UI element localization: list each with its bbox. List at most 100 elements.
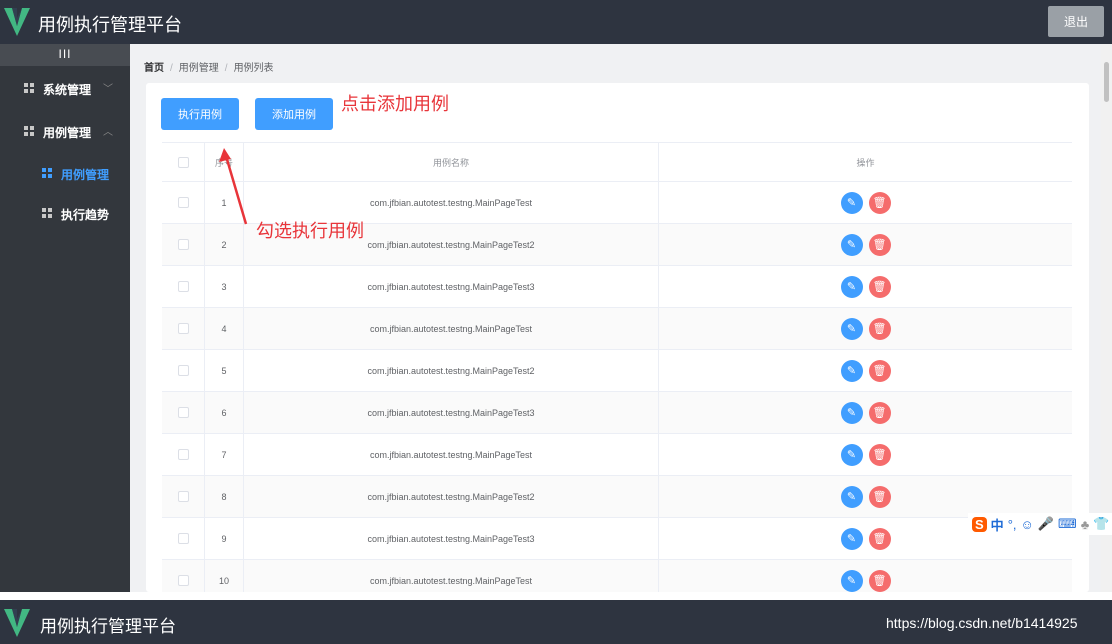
trash-icon: 🗑 — [872, 281, 887, 293]
edit-button[interactable]: ✎ — [840, 359, 863, 382]
row-case-name: com.jfbian.autotest.testng.MainPageTest3 — [244, 266, 659, 307]
delete-button[interactable]: 🗑 — [868, 485, 891, 508]
table-row: 6 com.jfbian.autotest.testng.MainPageTest… — [162, 392, 1072, 434]
app-title: 用例执行管理平台 — [38, 15, 182, 35]
table-row: 8 com.jfbian.autotest.testng.MainPageTest… — [162, 476, 1072, 518]
scrollbar-thumb[interactable] — [1104, 62, 1109, 102]
row-checkbox[interactable] — [177, 491, 189, 502]
sidebar-item-label: 执行趋势 — [61, 208, 110, 222]
sidebar-collapse-button[interactable]: III — [0, 44, 130, 66]
sogou-logo-icon[interactable]: S — [972, 516, 987, 532]
trash-icon: 🗑 — [872, 365, 887, 377]
sidebar-item-label: 用例管理 — [61, 168, 110, 182]
delete-button[interactable]: 🗑 — [868, 275, 891, 298]
row-index: 9 — [205, 518, 244, 559]
delete-button[interactable]: 🗑 — [868, 443, 891, 466]
edit-button[interactable]: ✎ — [840, 317, 863, 340]
trash-icon: 🗑 — [872, 239, 887, 251]
vue-logo-icon — [4, 609, 30, 637]
sidebar-item-execution-trend[interactable]: 执行趋势 — [0, 198, 130, 228]
row-checkbox[interactable] — [177, 323, 189, 334]
trash-icon: 🗑 — [872, 407, 887, 419]
edit-button[interactable]: ✎ — [840, 233, 863, 256]
trash-icon: 🗑 — [872, 575, 887, 587]
logout-button[interactable]: 退出 — [1048, 6, 1104, 37]
row-case-name: com.jfbian.autotest.testng.MainPageTest2 — [244, 476, 659, 517]
grid-icon — [24, 83, 35, 94]
edit-button[interactable]: ✎ — [840, 401, 863, 424]
user-icon[interactable]: ♣ — [1081, 517, 1090, 532]
row-index: 3 — [205, 266, 244, 307]
pencil-icon: ✎ — [846, 533, 857, 545]
row-checkbox[interactable] — [177, 281, 189, 292]
watermark-url: https://blog.csdn.net/b1414925 — [886, 615, 1078, 631]
row-case-name: com.jfbian.autotest.testng.MainPageTest2 — [244, 350, 659, 391]
pencil-icon: ✎ — [846, 323, 857, 335]
pencil-icon: ✎ — [846, 365, 857, 377]
trash-icon: 🗑 — [872, 323, 887, 335]
sidebar-item-case-management[interactable]: 用例管理 — [0, 158, 130, 188]
pencil-icon: ✎ — [846, 197, 857, 209]
pencil-icon: ✎ — [846, 281, 857, 293]
row-case-name: com.jfbian.autotest.testng.MainPageTest3 — [244, 518, 659, 559]
main-content: 首页 / 用例管理 / 用例列表 执行用例 添加用例 序号 用例名称 操作 1 com.j… — [130, 44, 1112, 592]
delete-button[interactable]: 🗑 — [868, 191, 891, 214]
ime-mode-toggle[interactable]: 中 — [991, 515, 1004, 534]
edit-button[interactable]: ✎ — [840, 275, 863, 298]
top-bar: 用例执行管理平台 退出 — [0, 0, 1112, 44]
chevron-down-icon: ﹀ — [103, 84, 113, 95]
skin-icon[interactable]: 👕 — [1093, 516, 1109, 532]
row-index: 7 — [205, 434, 244, 475]
keyboard-icon[interactable]: ⌨ — [1058, 516, 1077, 532]
sidebar: III 系统管理 ﹀ 用例管理 ︿ 用例管理 执行趋势 — [0, 44, 130, 592]
delete-button[interactable]: 🗑 — [868, 317, 891, 340]
trash-icon: 🗑 — [872, 491, 887, 503]
grid-icon — [24, 126, 35, 137]
row-checkbox[interactable] — [177, 533, 189, 544]
chevron-up-icon: ︿ — [103, 127, 113, 138]
row-checkbox[interactable] — [177, 365, 189, 376]
table-row: 3 com.jfbian.autotest.testng.MainPageTest… — [162, 266, 1072, 308]
table-row: 7 com.jfbian.autotest.testng.MainPageTest… — [162, 434, 1072, 476]
edit-button[interactable]: ✎ — [840, 443, 863, 466]
delete-button[interactable]: 🗑 — [868, 527, 891, 550]
edit-button[interactable]: ✎ — [840, 191, 863, 214]
trash-icon: 🗑 — [872, 533, 887, 545]
table-row: 4 com.jfbian.autotest.testng.MainPageTest… — [162, 308, 1072, 350]
sidebar-item-label: 用例管理 — [43, 126, 92, 140]
edit-button[interactable]: ✎ — [840, 527, 863, 550]
row-case-name: com.jfbian.autotest.testng.MainPageTest — [244, 434, 659, 475]
pencil-icon: ✎ — [846, 575, 857, 587]
footer-title: 用例执行管理平台 — [40, 617, 176, 636]
row-checkbox[interactable] — [177, 575, 189, 586]
microphone-icon[interactable]: 🎤 — [1038, 516, 1054, 532]
trash-icon: 🗑 — [872, 197, 887, 209]
row-checkbox[interactable] — [177, 407, 189, 418]
grid-icon — [42, 168, 53, 179]
delete-button[interactable]: 🗑 — [868, 401, 891, 424]
row-index: 10 — [205, 560, 244, 592]
edit-button[interactable]: ✎ — [840, 569, 863, 592]
pencil-icon: ✎ — [846, 449, 857, 461]
sidebar-item-system-management[interactable]: 系统管理 ﹀ — [0, 73, 130, 103]
row-checkbox[interactable] — [177, 449, 189, 460]
pencil-icon: ✎ — [846, 239, 857, 251]
ime-toolbar: S 中 °, ☺ 🎤 ⌨ ♣ 👕 — [968, 513, 1112, 535]
row-case-name: com.jfbian.autotest.testng.MainPageTest3 — [244, 392, 659, 433]
delete-button[interactable]: 🗑 — [868, 359, 891, 382]
edit-button[interactable]: ✎ — [840, 485, 863, 508]
delete-button[interactable]: 🗑 — [868, 569, 891, 592]
table-row: 9 com.jfbian.autotest.testng.MainPageTest… — [162, 518, 1072, 560]
row-index: 5 — [205, 350, 244, 391]
row-index: 6 — [205, 392, 244, 433]
page-scrollbar[interactable] — [1101, 44, 1112, 592]
ime-punctuation-toggle[interactable]: °, — [1008, 517, 1017, 532]
table-row: 10 com.jfbian.autotest.testng.MainPageTes… — [162, 560, 1072, 592]
row-index: 4 — [205, 308, 244, 349]
emoji-icon[interactable]: ☺ — [1021, 517, 1034, 532]
pencil-icon: ✎ — [846, 491, 857, 503]
column-header-ops: 操作 — [856, 157, 875, 168]
sidebar-item-case-management-group[interactable]: 用例管理 ︿ — [0, 116, 130, 146]
trash-icon: 🗑 — [872, 449, 887, 461]
delete-button[interactable]: 🗑 — [868, 233, 891, 256]
